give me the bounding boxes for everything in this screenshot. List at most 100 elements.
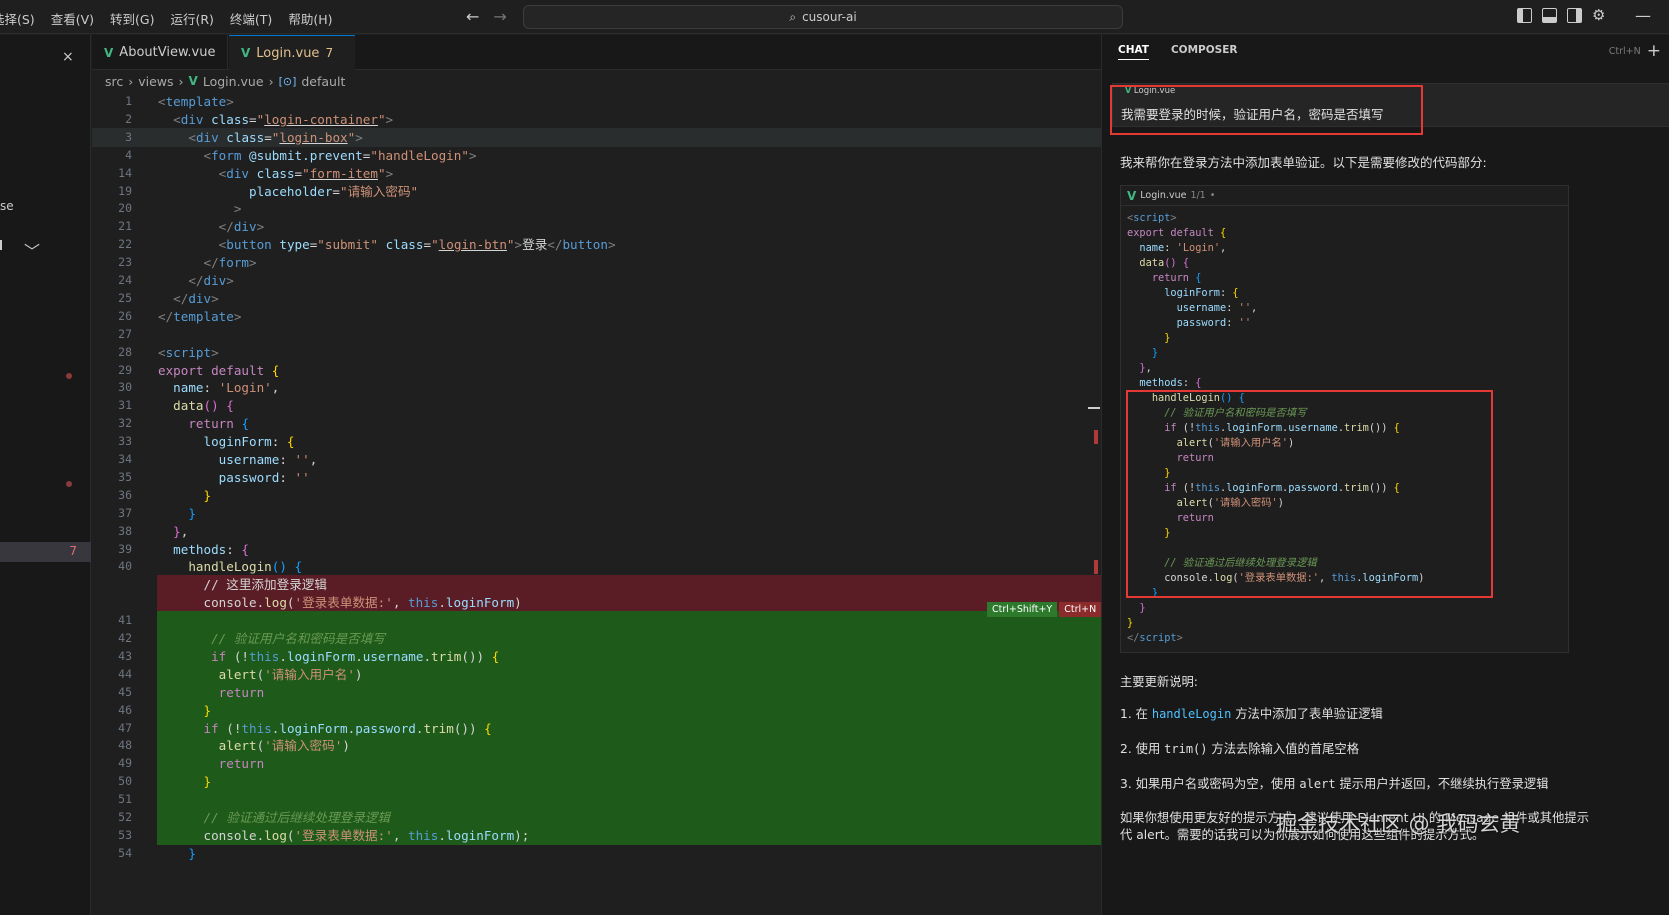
code-text: password: '' (218, 469, 310, 485)
added-code-line[interactable]: if (!this.loginForm.username.trim()) { (157, 646, 1165, 666)
removed-code-line[interactable]: // 这里添加登录逻辑 (157, 575, 1165, 595)
sidebar-selected-item[interactable]: 7 (0, 542, 91, 562)
menu-terminal[interactable]: 终端(T) (230, 9, 272, 28)
line-number: 34 (118, 452, 132, 466)
code-line[interactable]: 38 }, (92, 522, 1165, 541)
code-line[interactable]: 32 return { (92, 414, 1165, 433)
code-line[interactable]: 54 } (92, 844, 1165, 863)
added-code-line[interactable]: return (157, 682, 1165, 702)
code-line[interactable]: 36 } (92, 486, 1165, 505)
note-text: 方法去除输入值的首尾空格 (1207, 742, 1359, 756)
symbol-icon: [⊙] (278, 74, 297, 88)
code-block-line: } (1127, 617, 1134, 629)
code-line[interactable]: 25 </div> (92, 289, 1165, 308)
close-icon[interactable]: × (62, 49, 74, 65)
code-line[interactable]: 35 password: '' (92, 468, 1165, 487)
code-line[interactable]: 34 username: '', (92, 450, 1165, 469)
line-number: 29 (118, 362, 132, 377)
menu-view[interactable]: 查看(V) (51, 9, 94, 28)
gear-icon[interactable]: ⚙ (1592, 8, 1605, 23)
tab-composer[interactable]: COMPOSER (1171, 44, 1238, 60)
code-line[interactable]: 2 <div class="login-container"> (92, 110, 1165, 129)
breakpoint-marker (66, 373, 72, 379)
tab-login[interactable]: V Login.vue 7 (229, 35, 355, 70)
added-code-line[interactable]: alert('请输入用户名') (157, 664, 1165, 684)
problem-count-badge: 7 (69, 544, 77, 558)
code-line[interactable]: 30 name: 'Login', (92, 378, 1165, 397)
added-code-line[interactable]: } (157, 772, 1165, 792)
code-text: alert('请输入用户名') (218, 666, 363, 682)
code-line[interactable]: 14 <div class="form-item"> (92, 164, 1165, 183)
code-line[interactable]: 21 </div> (92, 217, 1165, 236)
code-text: </div> (218, 219, 265, 235)
watermark: 掘金技术社区 @ 我码玄黄 (1276, 812, 1521, 836)
line-number: 3 (125, 129, 132, 144)
added-code-line[interactable]: // 验证用户名和密码是否填写 (157, 629, 1165, 648)
code-line[interactable]: 29 export default { (92, 361, 1165, 380)
code-line[interactable]: 3 <div class="login-box"> (92, 127, 1165, 147)
code-text: username: '', (218, 452, 318, 467)
command-center-search[interactable]: ⌕ cusour-ai (523, 5, 1123, 29)
menu-go[interactable]: 转到(G) (110, 9, 154, 28)
annotation-highlight-box (1126, 390, 1493, 598)
breadcrumb-symbol[interactable]: default (301, 74, 345, 89)
code-line[interactable]: 27 (92, 325, 1165, 344)
note-item: 2. 使用 trim() 方法去除输入值的首尾空格 (1120, 739, 1359, 757)
breadcrumb-file[interactable]: Login.vue (203, 74, 264, 89)
tab-chat[interactable]: CHAT (1118, 44, 1149, 60)
code-line[interactable]: 33 loginForm: { (92, 432, 1165, 451)
code-line[interactable]: 4 <form @submit.prevent="handleLogin"> (92, 146, 1165, 165)
vue-file-icon: V (188, 74, 198, 88)
toggle-primary-sidebar-icon[interactable] (1517, 8, 1532, 23)
code-line[interactable]: 31 data() { (92, 396, 1165, 415)
minimize-icon[interactable]: — (1635, 6, 1651, 25)
code-editor[interactable]: 1 <template> 2 <div class="login-container… (92, 90, 1165, 915)
plus-icon[interactable]: + (1647, 41, 1661, 61)
chevron-down-icon[interactable]: ﹀ (24, 238, 40, 262)
menu-selection[interactable]: 选择(S) (0, 9, 35, 28)
menu-help[interactable]: 帮助(H) (288, 9, 332, 28)
menu-run[interactable]: 运行(R) (170, 9, 213, 28)
diff-action-bar: Ctrl+Shift+Y Ctrl+N (987, 602, 1102, 617)
vue-file-icon: V (104, 45, 114, 60)
line-number: 1 (125, 94, 132, 108)
code-block-line: name: 'Login', (1139, 242, 1227, 254)
added-code-line[interactable]: console.log('登录表单数据:', this.loginForm); (157, 825, 1165, 845)
tab-aboutview[interactable]: V AboutView.vue (92, 35, 228, 70)
line-number: 4 (125, 147, 132, 162)
added-code-line[interactable]: alert('请输入密码') (157, 736, 1165, 756)
code-line[interactable]: 22 <button type="submit" class="login-bt… (92, 235, 1165, 254)
code-line[interactable]: 40 handleLogin() { (92, 557, 1165, 576)
added-code-line[interactable]: if (!this.loginForm.password.trim()) { (157, 718, 1165, 738)
code-text: <form @submit.prevent="handleLogin"> (203, 147, 477, 163)
code-line[interactable]: 37 } (92, 504, 1165, 523)
added-code-line[interactable]: // 验证通过后继续处理登录逻辑 (157, 808, 1165, 827)
breadcrumb-src[interactable]: src (105, 74, 123, 89)
added-code-line[interactable]: return (157, 754, 1165, 774)
code-line[interactable]: 20 > (92, 199, 1165, 218)
code-line[interactable]: 24 </div> (92, 271, 1165, 290)
toggle-secondary-sidebar-icon[interactable] (1567, 8, 1582, 23)
code-line[interactable]: 19 placeholder="请输入密码" (92, 182, 1165, 201)
panel-tabs: CHAT COMPOSER (1118, 44, 1238, 60)
forward-arrow-icon[interactable]: → (493, 7, 506, 26)
back-arrow-icon[interactable]: ← (466, 7, 479, 26)
added-code-line[interactable]: } (157, 700, 1165, 720)
reject-diff-button[interactable]: Ctrl+N (1059, 602, 1102, 617)
accept-diff-button[interactable]: Ctrl+Shift+Y (987, 602, 1058, 617)
code-line[interactable]: 39 methods: { (92, 540, 1165, 559)
code-line[interactable]: 23 </form> (92, 253, 1165, 272)
line-number: 51 (118, 792, 132, 807)
code-line[interactable]: 1 <template> (92, 92, 1165, 111)
line-number: 23 (118, 255, 132, 270)
line-number: 42 (118, 631, 132, 645)
toggle-panel-icon[interactable] (1542, 8, 1557, 23)
new-chat-shortcut: Ctrl+N (1608, 45, 1641, 57)
line-number: 44 (118, 666, 132, 681)
code-line[interactable]: 28 <script> (92, 343, 1165, 362)
added-code-line[interactable] (157, 790, 1165, 810)
code-text: } (203, 774, 212, 790)
code-line[interactable]: 26 </template> (92, 307, 1165, 326)
breadcrumb-views[interactable]: views (138, 74, 173, 89)
code-text: > (233, 201, 242, 217)
